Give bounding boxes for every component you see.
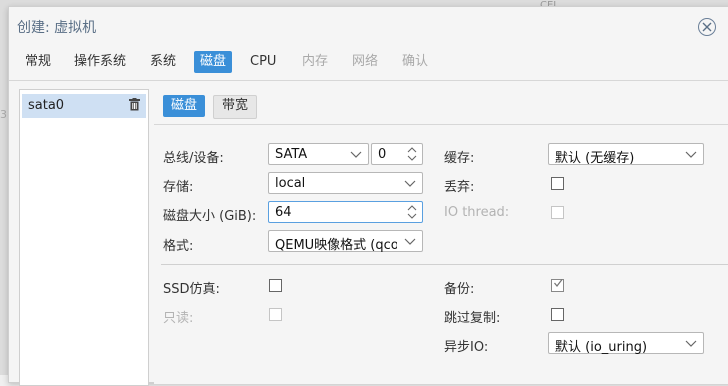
disk-list-item-sata0[interactable]: sata0 <box>22 94 146 118</box>
disk-size-value: 64 <box>275 205 292 220</box>
cache-label: 缓存: <box>444 151 475 166</box>
section-divider <box>161 264 728 265</box>
tab-network: 网络 <box>352 54 379 69</box>
subtabs-divider <box>154 124 728 125</box>
chevron-down-icon <box>685 340 697 347</box>
skip-replication-checkbox[interactable] <box>551 308 564 321</box>
format-select[interactable]: QEMU映像格式 (qco <box>268 230 423 253</box>
format-select-value: QEMU映像格式 (qco <box>275 238 397 253</box>
storage-select-value: local <box>275 176 306 191</box>
format-label: 格式: <box>163 239 194 254</box>
tab-confirm: 确认 <box>402 54 429 69</box>
tab-general[interactable]: 常规 <box>19 51 57 73</box>
async-io-select[interactable]: 默认 (io_uring) <box>548 332 704 355</box>
discard-label: 丢弃: <box>444 180 475 195</box>
chevron-down-icon <box>404 238 416 245</box>
trash-icon[interactable] <box>129 98 140 111</box>
tab-disks[interactable]: 磁盘 <box>194 51 233 73</box>
backup-label: 备份: <box>444 282 475 297</box>
dialog-titlebar: 创建: 虚拟机 <box>9 7 728 43</box>
create-vm-dialog: 创建: 虚拟机 常规 操作系统 系统 磁盘 CPU 内存 网络 确认 sata0 <box>8 6 728 386</box>
device-number-field[interactable]: 0 <box>371 143 423 165</box>
bus-select[interactable]: SATA <box>268 143 369 165</box>
io-thread-checkbox <box>551 206 564 219</box>
cache-select-value: 默认 (无缓存) <box>555 151 635 166</box>
disk-list-item-label: sata0 <box>28 98 65 113</box>
subtab-bandwidth[interactable]: 带宽 <box>213 95 258 119</box>
ssd-emulation-checkbox[interactable] <box>269 279 282 292</box>
skip-replication-label: 跳过复制: <box>444 311 501 326</box>
spinner-icon[interactable] <box>405 203 419 221</box>
subtab-disk[interactable]: 磁盘 <box>163 95 206 117</box>
discard-checkbox[interactable] <box>551 177 564 190</box>
checkmark-icon <box>554 279 563 288</box>
disk-settings-panel: 磁盘 带宽 总线/设备: SATA 0 存储: local 磁盘大小 (GiB)… <box>154 89 728 384</box>
backup-checkbox[interactable] <box>551 279 564 292</box>
disk-size-label: 磁盘大小 (GiB): <box>163 209 257 224</box>
close-button[interactable] <box>698 18 716 36</box>
tab-os[interactable]: 操作系统 <box>68 51 132 73</box>
async-io-label: 异步IO: <box>444 340 489 355</box>
dialog-title: 创建: 虚拟机 <box>17 20 97 36</box>
device-number-value: 0 <box>378 147 387 162</box>
spinner-icon[interactable] <box>405 145 419 163</box>
readonly-checkbox <box>269 308 282 321</box>
storage-select[interactable]: local <box>268 172 423 194</box>
async-io-select-value: 默认 (io_uring) <box>555 340 648 355</box>
io-thread-label: IO thread: <box>444 205 510 220</box>
disk-size-field[interactable]: 64 <box>268 201 423 223</box>
chevron-down-icon <box>350 151 362 158</box>
ssd-emulation-label: SSD仿真: <box>163 282 220 297</box>
bus-device-label: 总线/设备: <box>163 151 224 166</box>
tab-cpu[interactable]: CPU <box>244 51 282 73</box>
chevron-down-icon <box>404 180 416 187</box>
wizard-tabs: 常规 操作系统 系统 磁盘 CPU 内存 网络 确认 <box>9 45 728 77</box>
tabs-divider <box>9 80 728 81</box>
tab-system[interactable]: 系统 <box>144 51 182 73</box>
background-number: 3 <box>0 108 7 121</box>
disk-list: sata0 <box>19 89 149 386</box>
readonly-label: 只读: <box>163 311 194 326</box>
tab-memory: 内存 <box>302 54 329 69</box>
chevron-down-icon <box>685 151 697 158</box>
close-icon <box>702 22 712 32</box>
storage-label: 存储: <box>163 180 194 195</box>
cache-select[interactable]: 默认 (无缓存) <box>548 143 704 166</box>
bus-select-value: SATA <box>275 147 308 162</box>
